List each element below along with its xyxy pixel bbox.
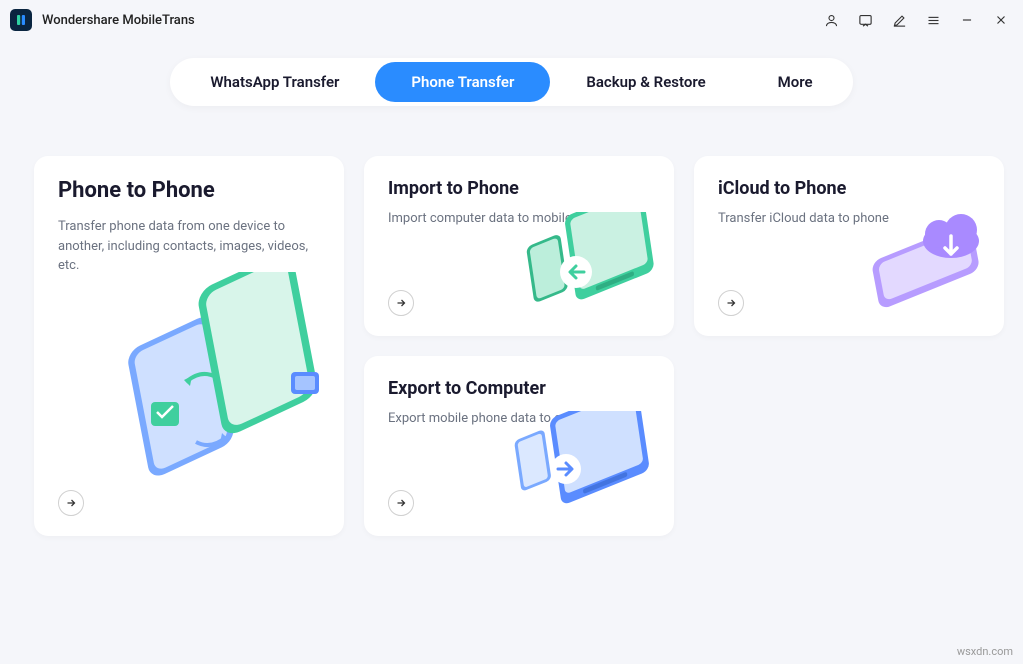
titlebar-left: Wondershare MobileTrans bbox=[10, 9, 195, 31]
export-illustration bbox=[504, 411, 654, 530]
edit-icon[interactable] bbox=[891, 12, 907, 28]
nav-container: WhatsApp Transfer Phone Transfer Backup … bbox=[0, 58, 1023, 106]
icloud-illustration bbox=[861, 212, 996, 326]
tab-backup-restore[interactable]: Backup & Restore bbox=[550, 62, 741, 102]
card-import-to-phone[interactable]: Import to Phone Import computer data to … bbox=[364, 156, 674, 336]
card-title: Export to Computer bbox=[388, 378, 650, 399]
menu-icon[interactable] bbox=[925, 12, 941, 28]
tab-whatsapp-transfer[interactable]: WhatsApp Transfer bbox=[174, 62, 375, 102]
app-logo bbox=[10, 9, 32, 31]
titlebar: Wondershare MobileTrans bbox=[0, 0, 1023, 40]
card-icloud-to-phone[interactable]: iCloud to Phone Transfer iCloud data to … bbox=[694, 156, 1004, 336]
card-title: iCloud to Phone bbox=[718, 178, 980, 199]
card-desc: Transfer phone data from one device to a… bbox=[58, 217, 320, 276]
app-title: Wondershare MobileTrans bbox=[42, 13, 195, 28]
close-icon[interactable] bbox=[993, 12, 1009, 28]
minimize-icon[interactable] bbox=[959, 12, 975, 28]
phones-illustration bbox=[96, 272, 326, 496]
arrow-button[interactable] bbox=[388, 290, 414, 316]
tab-more[interactable]: More bbox=[742, 62, 849, 102]
feedback-icon[interactable] bbox=[857, 12, 873, 28]
card-title: Phone to Phone bbox=[58, 178, 320, 203]
card-title: Import to Phone bbox=[388, 178, 650, 199]
arrow-button[interactable] bbox=[718, 290, 744, 316]
content-area: Phone to Phone Transfer phone data from … bbox=[0, 106, 1023, 536]
titlebar-right bbox=[823, 12, 1009, 28]
card-phone-to-phone[interactable]: Phone to Phone Transfer phone data from … bbox=[34, 156, 344, 536]
import-illustration bbox=[514, 212, 654, 326]
tab-phone-transfer[interactable]: Phone Transfer bbox=[375, 62, 550, 102]
user-icon[interactable] bbox=[823, 12, 839, 28]
watermark: wsxdn.com bbox=[957, 645, 1013, 658]
card-export-to-computer[interactable]: Export to Computer Export mobile phone d… bbox=[364, 356, 674, 536]
arrow-button[interactable] bbox=[58, 490, 84, 516]
arrow-button[interactable] bbox=[388, 490, 414, 516]
nav-tabs: WhatsApp Transfer Phone Transfer Backup … bbox=[170, 58, 852, 106]
